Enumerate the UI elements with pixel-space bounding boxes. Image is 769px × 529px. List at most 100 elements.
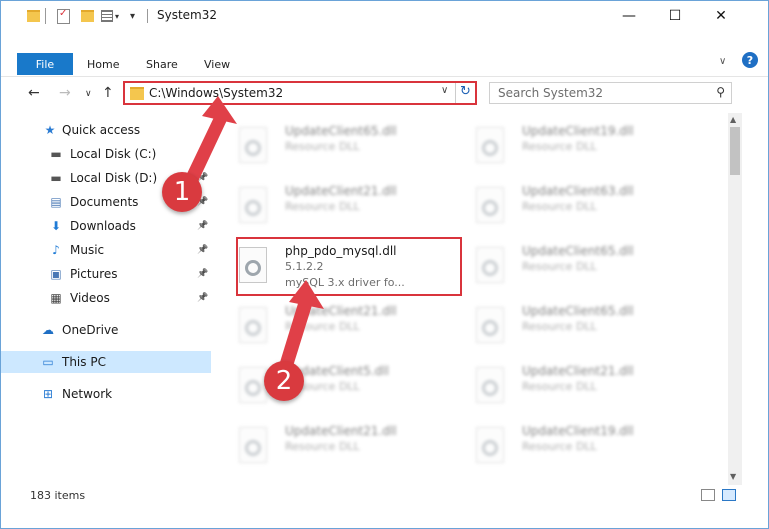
back-button[interactable]: ←: [28, 85, 40, 101]
tab-view[interactable]: View: [204, 53, 230, 75]
sidebar-item-label: Downloads: [70, 219, 136, 233]
dll-file-icon: [476, 427, 504, 463]
pin-icon[interactable]: 📌: [197, 245, 208, 255]
sidebar-item-network[interactable]: ⊞ Network: [1, 383, 211, 405]
dll-file-icon: [476, 187, 504, 223]
file-item[interactable]: UpdateClient21.dll Resource DLL: [219, 181, 449, 237]
file-item[interactable]: UpdateClient21.dll Resource DLL: [219, 301, 449, 357]
dll-file-icon: [476, 247, 504, 283]
file-item[interactable]: UpdateClient65.dll Resource DLL: [456, 301, 686, 357]
sidebar-item-label: Local Disk (D:): [70, 171, 158, 185]
sidebar-item-onedrive[interactable]: ☁ OneDrive: [1, 319, 211, 341]
sidebar-item-music[interactable]: ♪ Music 📌: [1, 239, 211, 261]
new-folder-icon[interactable]: [81, 8, 94, 24]
help-icon[interactable]: ?: [742, 52, 758, 68]
file-name: UpdateClient65.dll: [285, 124, 397, 138]
tab-home[interactable]: Home: [87, 53, 119, 75]
videos-icon: ▦: [50, 291, 62, 305]
file-item[interactable]: UpdateClient19.dll Resource DLL: [456, 121, 686, 177]
star-icon: ★: [44, 123, 56, 137]
file-description: Resource DLL: [522, 260, 597, 273]
dll-file-icon: [239, 427, 267, 463]
file-item[interactable]: UpdateClient63.dll Resource DLL: [456, 181, 686, 237]
pin-icon[interactable]: 📌: [197, 221, 208, 231]
computer-icon: ▭: [42, 355, 54, 369]
properties-icon[interactable]: ✓: [57, 8, 70, 24]
scroll-down-arrow-icon[interactable]: ▼: [730, 472, 736, 481]
file-description: Resource DLL: [285, 200, 360, 213]
sidebar-item-quick-access[interactable]: ★ Quick access: [1, 119, 211, 141]
file-name: UpdateClient21.dll: [285, 304, 397, 318]
sidebar-item-pictures[interactable]: ▣ Pictures 📌: [1, 263, 211, 285]
address-divider: [455, 83, 456, 103]
scrollbar-thumb[interactable]: [730, 127, 740, 175]
tab-file[interactable]: File: [17, 53, 73, 75]
recent-locations-chevron-icon[interactable]: ∨: [85, 89, 92, 99]
folder-icon: [130, 87, 144, 100]
gear-icon: [245, 140, 261, 156]
dll-file-icon: [239, 307, 267, 343]
highlight-box-file: [236, 237, 462, 296]
dll-file-icon: [476, 127, 504, 163]
pin-icon[interactable]: 📌: [197, 269, 208, 279]
file-name: UpdateClient21.dll: [285, 184, 397, 198]
customize-toolbar-icon[interactable]: ▾: [130, 8, 135, 24]
download-icon: ⬇: [50, 219, 62, 233]
vertical-scrollbar[interactable]: ▲ ▼: [728, 113, 742, 485]
gear-icon: [482, 380, 498, 396]
dll-file-icon: [239, 187, 267, 223]
large-icons-view-icon[interactable]: [722, 489, 736, 501]
address-path[interactable]: C:\Windows\System32: [149, 86, 283, 100]
file-item[interactable]: UpdateClient5.dll Resource DLL: [219, 361, 449, 417]
pin-icon[interactable]: 📌: [197, 293, 208, 303]
sidebar-item-label: OneDrive: [62, 323, 119, 337]
maximize-button[interactable]: ☐: [652, 1, 698, 31]
gear-icon: [482, 440, 498, 456]
sidebar-item-label: Pictures: [70, 267, 118, 281]
file-item[interactable]: UpdateClient19.dll Resource DLL: [456, 421, 686, 477]
file-name: UpdateClient63.dll: [522, 184, 634, 198]
file-item[interactable]: UpdateClient21.dll Resource DLL: [456, 361, 686, 417]
sidebar-item-label: Network: [62, 387, 113, 401]
step-2-badge: 2: [264, 361, 304, 401]
file-item[interactable]: UpdateClient65.dll Resource DLL: [456, 241, 686, 297]
sidebar-item-videos[interactable]: ▦ Videos 📌: [1, 287, 211, 309]
gear-icon: [482, 260, 498, 276]
close-button[interactable]: ✕: [698, 1, 744, 31]
forward-button[interactable]: →: [59, 85, 71, 101]
address-dropdown-chevron-icon[interactable]: ∨: [441, 85, 448, 96]
sidebar-item-label: This PC: [62, 355, 106, 369]
tab-share[interactable]: Share: [146, 53, 178, 75]
file-list: UpdateClient65.dll Resource DLL UpdateClie…: [219, 117, 729, 485]
file-name: UpdateClient65.dll: [522, 304, 634, 318]
file-item[interactable]: UpdateClient65.dll Resource DLL: [219, 121, 449, 177]
title-divider: [147, 9, 148, 23]
scroll-up-arrow-icon[interactable]: ▲: [730, 115, 736, 124]
address-bar[interactable]: C:\Windows\System32 ∨ ↻: [123, 81, 477, 105]
details-view-icon[interactable]: [701, 489, 715, 501]
file-item[interactable]: UpdateClient21.dll Resource DLL: [219, 421, 449, 477]
search-input[interactable]: Search System32: [498, 86, 603, 100]
music-icon: ♪: [52, 243, 60, 257]
expand-ribbon-chevron-icon[interactable]: ∨: [719, 56, 726, 67]
search-box[interactable]: Search System32 ⚲: [489, 82, 732, 104]
sidebar-item-downloads[interactable]: ⬇ Downloads 📌: [1, 215, 211, 237]
drive-icon: ▬: [50, 147, 62, 161]
refresh-icon[interactable]: ↻: [460, 84, 471, 99]
sidebar-item-this-pc[interactable]: ▭ This PC: [1, 351, 211, 373]
minimize-button[interactable]: —: [606, 1, 652, 31]
pin-icon[interactable]: 📌: [197, 149, 208, 159]
sidebar-item-label: Local Disk (C:): [70, 147, 157, 161]
file-name: UpdateClient21.dll: [285, 424, 397, 438]
sidebar-item-local-disk-c[interactable]: ▬ Local Disk (C:) 📌: [1, 143, 211, 165]
status-bar: 183 items: [1, 485, 768, 507]
gear-icon: [482, 320, 498, 336]
explorer-window: ✓ ▾ ▾ System32 — ☐ ✕ File Home Share Vie…: [0, 0, 769, 529]
sidebar-item-label: Quick access: [62, 123, 141, 137]
search-icon[interactable]: ⚲: [716, 85, 725, 99]
view-options-icon[interactable]: ▾: [101, 8, 119, 24]
cloud-icon: ☁: [42, 323, 54, 337]
up-button[interactable]: ↑: [102, 85, 114, 101]
file-name: UpdateClient19.dll: [522, 424, 634, 438]
step-1-badge: 1: [162, 172, 202, 212]
